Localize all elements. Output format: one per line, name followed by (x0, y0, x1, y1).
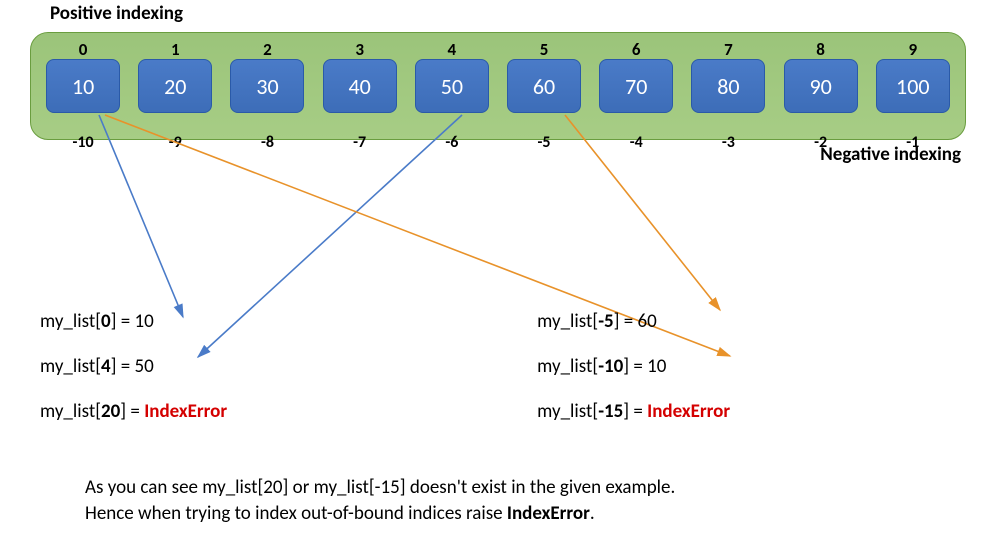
list-cell: 50 (415, 59, 489, 113)
list-cell: 40 (323, 59, 397, 113)
list-slot: 3 40 -7 (315, 59, 405, 113)
expr-suffix: ] = (120, 400, 144, 423)
expr-index: 0 (101, 310, 111, 333)
examples-left-column: my_list[0] = 10my_list[4] = 50my_list[20… (40, 310, 227, 423)
list-cell: 20 (138, 59, 212, 113)
expr-suffix: ] = 50 (111, 355, 154, 378)
example-line: my_list[-5] = 60 (537, 310, 730, 333)
examples-block: my_list[0] = 10my_list[4] = 50my_list[20… (40, 310, 730, 423)
negative-indexing-title: Negative indexing (820, 143, 961, 166)
explanation-indexerror: IndexError (507, 502, 590, 525)
list-slot: 7 80 -3 (683, 59, 773, 113)
expr-suffix: ] = (623, 400, 647, 423)
examples-right-column: my_list[-5] = 60my_list[-10] = 10my_list… (537, 310, 730, 423)
list-cell: 90 (784, 59, 858, 113)
positive-indexing-title: Positive indexing (50, 2, 183, 25)
list-slot: 1 20 -9 (130, 59, 220, 113)
explanation-text: As you can see my_list[20] or my_list[-1… (85, 475, 675, 526)
expr-index: -5 (598, 310, 613, 333)
expr-suffix: ] = 60 (614, 310, 657, 333)
list-slot: 6 70 -4 (591, 59, 681, 113)
list-container: 0 10 -10 1 20 -9 2 30 -8 3 40 -7 4 50 -6… (30, 32, 966, 140)
expr-prefix: my_list[ (40, 310, 101, 333)
explanation-line2c: . (590, 502, 595, 525)
explanation-line2a: Hence when trying to index out-of-bound … (85, 502, 507, 525)
list-slot: 0 10 -10 (38, 59, 128, 113)
expr-index: 20 (101, 400, 120, 423)
list-cell: 80 (691, 59, 765, 113)
expr-index: -15 (598, 400, 623, 423)
index-error: IndexError (647, 400, 730, 423)
example-line: my_list[4] = 50 (40, 355, 227, 378)
expr-prefix: my_list[ (40, 400, 101, 423)
list-slot: 5 60 -5 (499, 59, 589, 113)
example-line: my_list[-15] = IndexError (537, 400, 730, 423)
expr-prefix: my_list[ (40, 355, 101, 378)
expr-prefix: my_list[ (537, 310, 598, 333)
expr-prefix: my_list[ (537, 400, 598, 423)
list-cell: 10 (46, 59, 120, 113)
list-cell: 70 (599, 59, 673, 113)
expr-suffix: ] = 10 (623, 355, 666, 378)
example-line: my_list[-10] = 10 (537, 355, 730, 378)
list-cell: 100 (876, 59, 950, 113)
list-cell: 30 (230, 59, 304, 113)
example-line: my_list[20] = IndexError (40, 400, 227, 423)
explanation-line1: As you can see my_list[20] or my_list[-1… (85, 476, 675, 499)
list-slot: 9 100 -1 (868, 59, 958, 113)
expr-index: 4 (101, 355, 111, 378)
list-slot: 8 90 -2 (776, 59, 866, 113)
index-error: IndexError (144, 400, 227, 423)
example-line: my_list[0] = 10 (40, 310, 227, 333)
list-slot: 4 50 -6 (407, 59, 497, 113)
list-cell: 60 (507, 59, 581, 113)
expr-index: -10 (598, 355, 623, 378)
list-slot: 2 30 -8 (222, 59, 312, 113)
expr-suffix: ] = 10 (111, 310, 154, 333)
expr-prefix: my_list[ (537, 355, 598, 378)
